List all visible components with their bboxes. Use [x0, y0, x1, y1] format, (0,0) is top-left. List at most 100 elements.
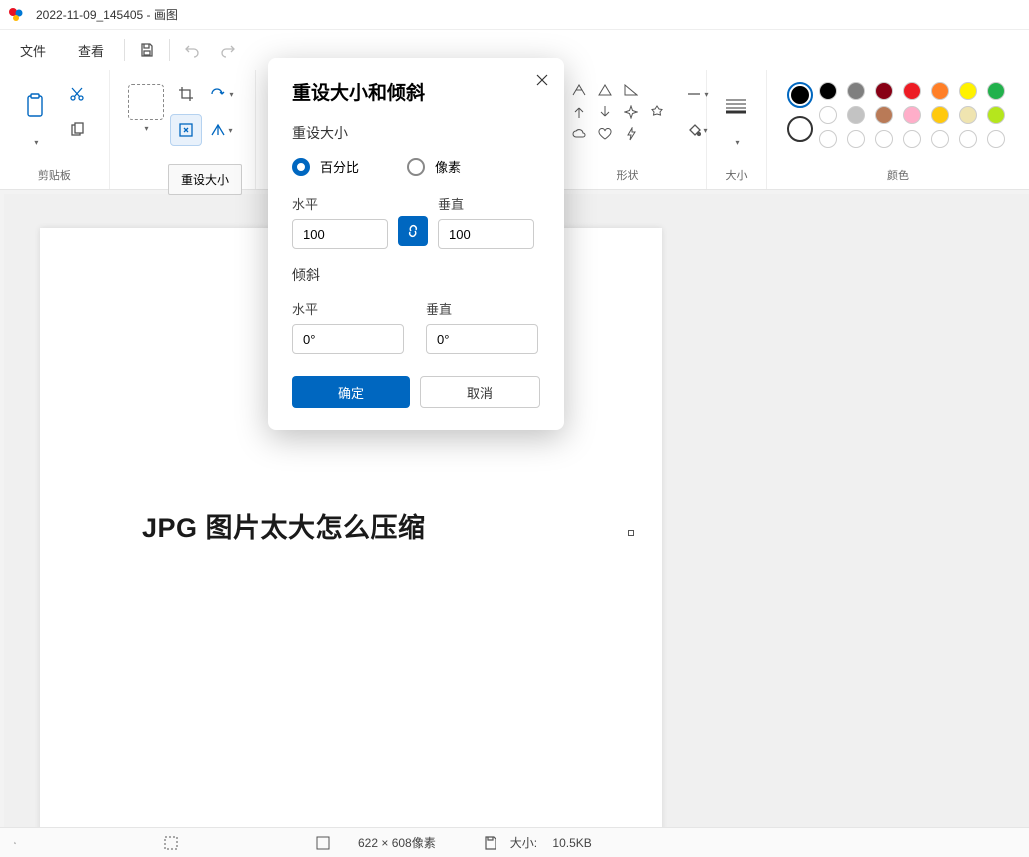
radio-percent-label: 百分比: [320, 157, 359, 176]
skew-vertical-label: 垂直: [426, 299, 538, 318]
resize-tooltip: 重设大小: [168, 164, 242, 195]
link-aspect-button[interactable]: [398, 216, 428, 246]
color2-button[interactable]: [787, 116, 813, 142]
color-swatch[interactable]: [819, 82, 837, 100]
shape-cloud-icon[interactable]: [571, 126, 587, 142]
status-size: 大小: 10.5KB: [510, 834, 606, 851]
status-dimensions: 622 × 608像素: [344, 834, 450, 851]
resize-button[interactable]: [170, 114, 202, 146]
canvas-resize-handle[interactable]: [628, 530, 634, 536]
shape-star6-icon[interactable]: [649, 104, 665, 120]
save-button[interactable]: [129, 32, 165, 68]
color-swatch[interactable]: [903, 106, 921, 124]
colors-label: 颜色: [887, 167, 909, 183]
shape-more-icon[interactable]: [649, 82, 665, 98]
color-swatch[interactable]: [847, 106, 865, 124]
color-swatch[interactable]: [903, 130, 921, 148]
color-swatch[interactable]: [931, 130, 949, 148]
radio-pixels[interactable]: 像素: [407, 157, 461, 176]
group-clipboard: ▾ 剪贴板: [0, 70, 110, 189]
color-swatch[interactable]: [959, 130, 977, 148]
select-button[interactable]: [128, 84, 164, 120]
chevron-down-icon: ▾: [229, 90, 233, 99]
color-swatch[interactable]: [987, 106, 1005, 124]
shape-rtriangle-icon[interactable]: [623, 82, 639, 98]
radio-checked-icon: [292, 158, 310, 176]
filesize-icon: [470, 836, 510, 850]
skew-horizontal-label: 水平: [292, 299, 404, 318]
color-swatch[interactable]: [987, 82, 1005, 100]
dimensions-icon: [302, 836, 344, 850]
canvas-text: JPG 图片太大怎么压缩: [142, 506, 426, 545]
size-label: 大小: [725, 167, 747, 183]
size-button[interactable]: [716, 78, 756, 134]
crop-button[interactable]: [170, 78, 202, 110]
status-size-label: 大小:: [510, 834, 537, 851]
vertical-label: 垂直: [438, 194, 534, 213]
horizontal-label: 水平: [292, 194, 388, 213]
status-bar: 622 × 608像素 大小: 10.5KB: [0, 827, 1029, 857]
ok-button[interactable]: 确定: [292, 376, 410, 408]
radio-percent[interactable]: 百分比: [292, 157, 359, 176]
undo-button[interactable]: [174, 32, 210, 68]
vertical-input[interactable]: [438, 219, 534, 249]
color-swatch[interactable]: [847, 130, 865, 148]
shape-lightning-icon[interactable]: [623, 126, 639, 142]
menu-view[interactable]: 查看: [62, 33, 120, 68]
radio-pixels-label: 像素: [435, 157, 461, 176]
shape-arrowd-icon[interactable]: [597, 104, 613, 120]
color-swatch[interactable]: [903, 82, 921, 100]
app-icon: [8, 7, 24, 23]
cut-button[interactable]: [61, 78, 93, 110]
resize-section-title: 重设大小: [292, 123, 540, 143]
shapes-label: 形状: [616, 167, 638, 183]
group-shapes: ▾ ▾ 形状: [549, 70, 707, 189]
color-swatch[interactable]: [819, 106, 837, 124]
shape-rounded-icon[interactable]: [571, 82, 587, 98]
color-swatch[interactable]: [819, 130, 837, 148]
radio-unchecked-icon: [407, 158, 425, 176]
selection-icon: [150, 836, 192, 850]
chevron-down-icon[interactable]: ▾: [130, 124, 164, 133]
copy-button[interactable]: [61, 114, 93, 146]
chevron-down-icon[interactable]: ▾: [735, 138, 739, 147]
group-colors: 颜色: [767, 70, 1029, 189]
color-swatch[interactable]: [875, 130, 893, 148]
color-swatch[interactable]: [847, 82, 865, 100]
color-swatch[interactable]: [959, 82, 977, 100]
close-button[interactable]: [530, 68, 554, 92]
color-swatch[interactable]: [875, 82, 893, 100]
shape-triangle-icon[interactable]: [597, 82, 613, 98]
chevron-down-icon[interactable]: ▾: [17, 138, 55, 147]
cursor-tool-icon: [0, 836, 30, 850]
color-swatch[interactable]: [959, 106, 977, 124]
separator: [124, 39, 125, 61]
horizontal-input[interactable]: [292, 219, 388, 249]
separator: [169, 39, 170, 61]
color-palette: [819, 82, 1009, 148]
window-title: 2022-11-09_145405 - 画图: [36, 6, 178, 23]
color-swatch[interactable]: [875, 106, 893, 124]
color-swatch[interactable]: [987, 130, 1005, 148]
shape-heart-icon[interactable]: [597, 126, 613, 142]
flip-button[interactable]: ▾: [206, 114, 238, 146]
group-size: ▾ 大小: [707, 70, 767, 189]
color1-button[interactable]: [787, 82, 813, 108]
color-swatch[interactable]: [931, 82, 949, 100]
title-bar: 2022-11-09_145405 - 画图: [0, 0, 1029, 30]
rotate-button[interactable]: ▾: [206, 78, 238, 110]
shape-star4-icon[interactable]: [623, 104, 639, 120]
skew-horizontal-input[interactable]: [292, 324, 404, 354]
color-swatch[interactable]: [931, 106, 949, 124]
dialog-title: 重设大小和倾斜: [292, 78, 540, 105]
skew-vertical-input[interactable]: [426, 324, 538, 354]
clipboard-label: 剪贴板: [38, 167, 71, 183]
skew-section-title: 倾斜: [292, 265, 540, 285]
chevron-down-icon: ▾: [228, 126, 232, 135]
menu-file[interactable]: 文件: [4, 33, 62, 68]
status-size-value: 10.5KB: [552, 836, 591, 850]
cancel-button[interactable]: 取消: [420, 376, 540, 408]
paste-button[interactable]: [15, 78, 55, 134]
shape-arrowu-icon[interactable]: [571, 104, 587, 120]
redo-button[interactable]: [210, 32, 246, 68]
